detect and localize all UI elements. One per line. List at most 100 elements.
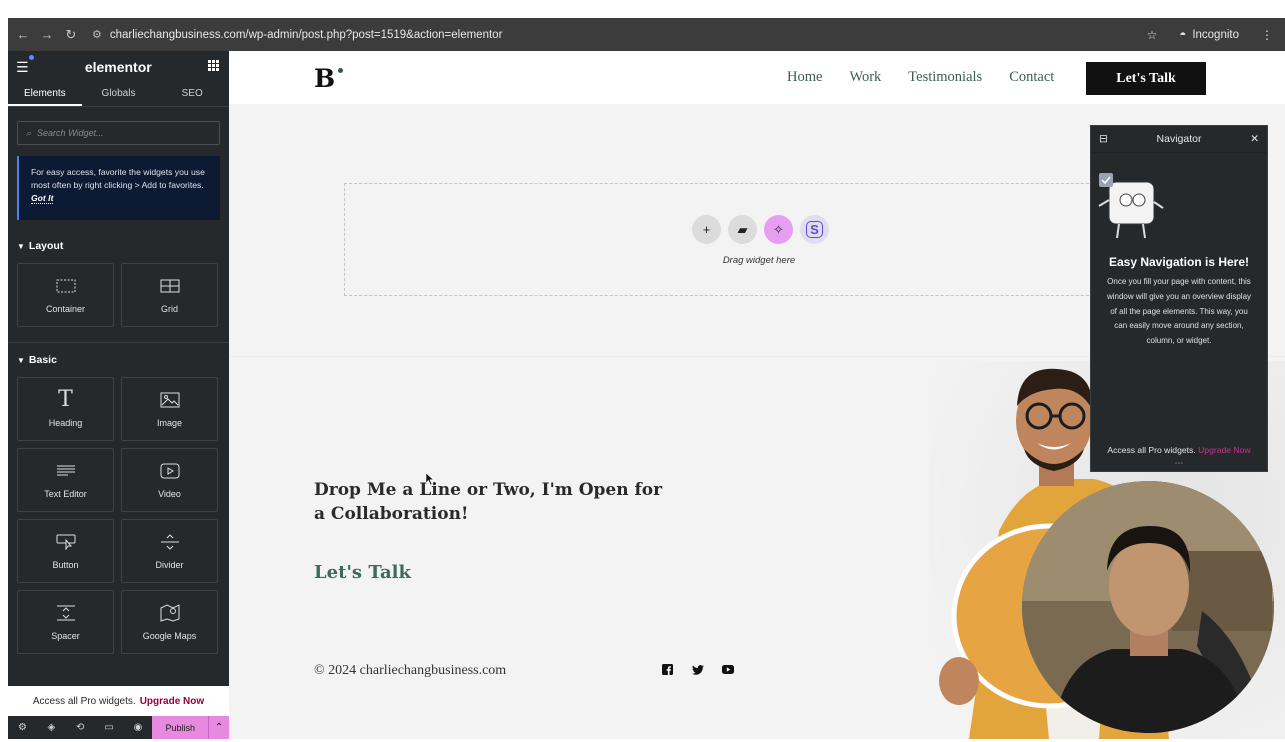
lets-talk-link[interactable]: Let's Talk [314,562,411,583]
url-text: charliechangbusiness.com/wp-admin/post.p… [109,28,503,41]
widget-label: Google Maps [142,630,197,641]
preview-canvas: B Home Work Testimonials Contact Let's T… [229,51,1285,739]
bookmark-star-icon[interactable]: ☆ [1147,28,1158,42]
promo-text: Access all Pro widgets. [32,695,136,707]
section-divider [8,342,229,343]
navigator-description: Once you fill your page with content, th… [1106,277,1252,346]
settings-icon[interactable]: ⚙ [8,722,37,733]
widget-search-input[interactable]: ⌕ Search Widget... [17,121,220,145]
copyright-text: © 2024 charliechangbusiness.com [314,663,507,678]
widget-label: Grid [160,303,178,314]
starter-templates-icon[interactable]: S [800,215,829,244]
widget-video[interactable]: Video [121,448,218,512]
history-icon[interactable]: ⟲ [66,722,95,733]
widget-image[interactable]: Image [121,377,218,441]
nav-testimonials[interactable]: Testimonials [908,69,982,86]
tab-elements[interactable]: Elements [8,83,82,106]
navigator-heading: Easy Navigation is Here! [1108,255,1250,269]
heading-icon: T [58,387,73,412]
widget-google-maps[interactable]: Google Maps [121,590,218,654]
map-icon [159,603,181,622]
tab-seo[interactable]: SEO [155,83,229,106]
screen: ← → ↻ ⚙ charliechangbusiness.com/wp-admi… [8,18,1285,739]
address-bar[interactable]: ⚙ charliechangbusiness.com/wp-admin/post… [92,28,503,42]
nav-home[interactable]: Home [787,69,822,86]
basic-category[interactable]: ▼ Basic [17,354,229,366]
tip-text: For easy access, favorite the widgets yo… [31,167,205,190]
chevron-up-icon[interactable]: ⌃ [208,716,229,739]
widget-grid[interactable]: Grid [121,263,218,327]
lets-talk-button[interactable]: Let's Talk [1086,62,1206,95]
site-logo[interactable]: B [314,64,344,93]
widget-label: Spacer [51,630,80,641]
widget-container[interactable]: Container [17,263,114,327]
widget-heading[interactable]: T Heading [17,377,114,441]
publish-button[interactable]: Publish [152,716,209,739]
search-icon: ⌕ [26,127,32,138]
widget-label: Container [45,303,86,314]
widgets-grid-icon[interactable] [207,58,219,76]
browser-menu-icon[interactable]: ⋮ [1261,28,1273,42]
reload-icon[interactable]: ↻ [62,27,80,43]
youtube-icon[interactable] [721,663,734,676]
forward-icon[interactable]: → [38,27,56,42]
widget-label: Divider [155,559,184,570]
drop-zone-actions: + ▰ ✧ S [692,215,829,244]
navigator-title: Navigator [1156,133,1202,145]
facebook-icon[interactable] [661,663,674,676]
empty-drop-zone[interactable]: + ▰ ✧ S Drag widget here [344,183,1104,296]
incognito-indicator[interactable]: ◓ Incognito [1179,29,1239,41]
webcam-overlay-image [1022,481,1274,733]
drag-widget-hint: Drag widget here [722,255,796,266]
navigator-promo: Access all Pro widgets. Upgrade Now [1091,445,1267,455]
layout-category[interactable]: ▼ Layout [17,240,229,252]
navigator-header: ⊟ Navigator ✕ [1091,126,1267,153]
favorites-tip: For easy access, favorite the widgets yo… [17,156,220,220]
button-icon [55,533,77,551]
widget-label: Button [52,559,79,570]
tip-got-it-link[interactable]: Got It [31,193,54,204]
resize-handle-icon[interactable]: ⋯ [1091,458,1267,469]
elementor-logo: elementor [84,59,152,75]
social-links [661,663,734,676]
widget-label: Text Editor [44,488,87,499]
navigator-panel: ⊟ Navigator ✕ Easy Navigation is Here! O… [1090,125,1268,472]
incognito-icon: ◓ [1179,28,1187,41]
divider-icon [159,533,181,551]
preview-eye-icon[interactable]: ◉ [124,722,153,733]
video-icon [159,462,181,480]
text-editor-icon [55,462,77,480]
responsive-icon[interactable]: ▭ [95,722,124,733]
collapse-navigator-icon[interactable]: ⊟ [1099,133,1108,145]
site-settings-icon[interactable]: ⚙ [92,28,102,41]
widget-text-editor[interactable]: Text Editor [17,448,114,512]
image-icon [159,391,181,409]
back-icon[interactable]: ← [14,27,32,42]
tab-globals[interactable]: Globals [82,83,156,106]
widget-button[interactable]: Button [17,519,114,583]
widget-label: Video [158,488,181,499]
add-section-icon[interactable]: + [692,215,721,244]
caret-down-icon: ▼ [17,241,25,251]
widget-divider[interactable]: Divider [121,519,218,583]
ai-sparkle-icon[interactable]: ✧ [764,215,793,244]
site-nav: Home Work Testimonials Contact [787,69,1054,86]
widget-spacer[interactable]: Spacer [17,590,114,654]
logo-dot [338,68,344,73]
nav-work[interactable]: Work [849,69,881,86]
layers-icon[interactable]: ◈ [37,722,66,733]
template-folder-icon[interactable]: ▰ [728,215,757,244]
navigator-upgrade-link[interactable]: Upgrade Now [1198,445,1251,455]
close-icon[interactable]: ✕ [1250,133,1259,145]
panel-tabs: Elements Globals SEO [8,83,229,107]
pro-promo-bar: Access all Pro widgets. Upgrade Now [8,686,229,716]
twitter-icon[interactable] [691,663,704,676]
widget-label: Heading [48,417,83,428]
navigator-promo-text: Access all Pro widgets. [1107,445,1196,455]
upgrade-now-link[interactable]: Upgrade Now [140,696,204,707]
nav-contact[interactable]: Contact [1009,69,1054,86]
incognito-label: Incognito [1192,28,1239,41]
caret-down-icon: ▼ [17,355,25,365]
hamburger-menu-icon[interactable]: ☰ [16,54,34,76]
container-icon [55,277,77,295]
